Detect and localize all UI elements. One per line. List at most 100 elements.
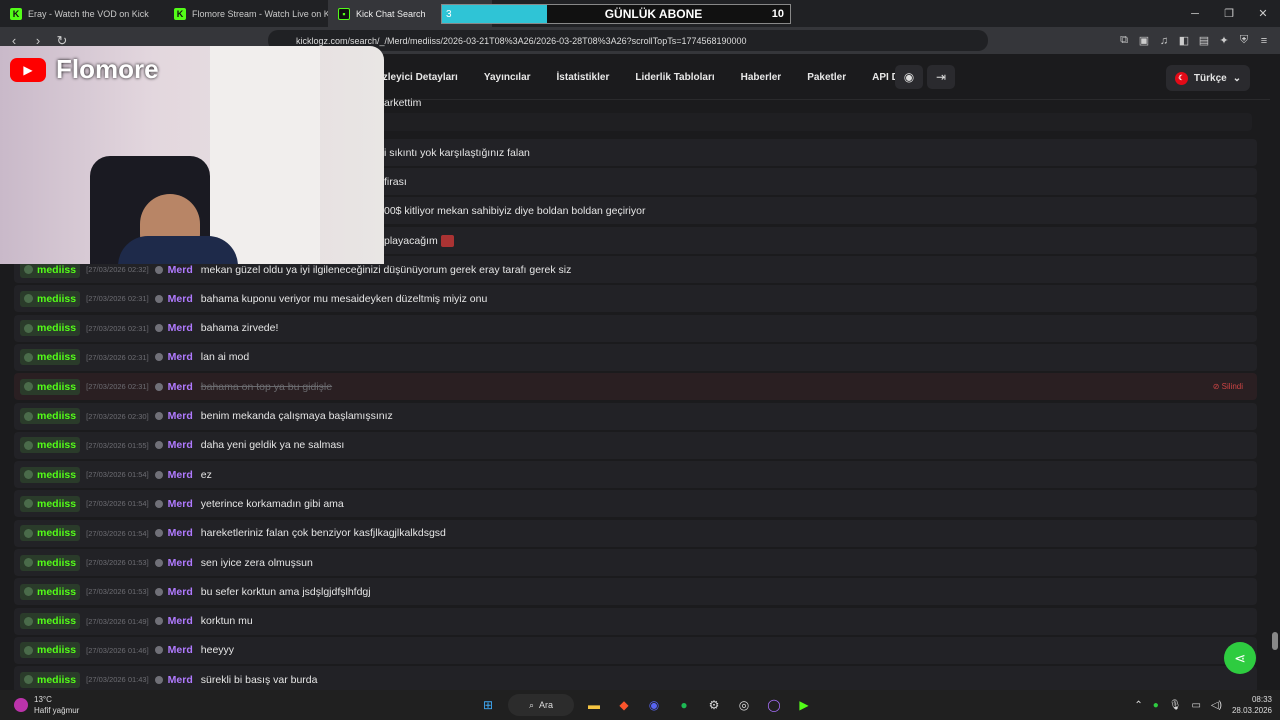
user-badge-icon bbox=[24, 440, 33, 450]
browser-tab[interactable]: K Flomore Stream - Watch Live on Kick bbox=[164, 0, 328, 27]
nav-link-news[interactable]: Haberler bbox=[741, 72, 782, 83]
language-selector[interactable]: ☾ Türkçe ⌄ bbox=[1166, 65, 1250, 91]
username-text: mediiss bbox=[37, 527, 77, 540]
message-timestamp: [27/03/2026 01:43] bbox=[86, 675, 149, 685]
network-icon[interactable]: ▭ bbox=[1191, 700, 1200, 711]
table-row: mediiss [27/03/2026 01:54] Merd yeterince k… bbox=[14, 490, 1257, 518]
clock[interactable]: 08:33 28.03.2026 bbox=[1232, 694, 1272, 716]
nav-link-streamers[interactable]: Yayıncılar bbox=[484, 72, 531, 83]
chat-username[interactable]: mediiss bbox=[20, 320, 81, 337]
partial-message: arkettim bbox=[384, 97, 422, 109]
chat-username[interactable]: mediiss bbox=[20, 671, 81, 688]
chat-username[interactable]: mediiss bbox=[20, 613, 81, 630]
chat-username[interactable]: mediiss bbox=[20, 466, 81, 483]
spotify-icon[interactable]: ● bbox=[674, 695, 694, 715]
user-badge-icon bbox=[24, 382, 33, 392]
message-timestamp: [27/03/2026 02:31] bbox=[86, 294, 149, 304]
target-username[interactable]: Merd bbox=[168, 264, 193, 276]
sidebar-icon[interactable]: ◧ bbox=[1176, 33, 1192, 49]
message-text: heeyyy bbox=[200, 644, 235, 657]
target-username[interactable]: Merd bbox=[168, 469, 193, 481]
browser-tab[interactable]: K Eray - Watch the VOD on Kick bbox=[0, 0, 164, 27]
username-text: mediiss bbox=[37, 410, 77, 422]
status-dot-icon[interactable]: ● bbox=[1153, 700, 1159, 711]
chat-username[interactable]: mediiss bbox=[20, 437, 81, 454]
chat-username[interactable]: mediiss bbox=[20, 642, 81, 659]
target-username[interactable]: Merd bbox=[168, 293, 193, 305]
minimize-icon[interactable]: ─ bbox=[1178, 0, 1212, 27]
vpn-icon[interactable]: ⛨ bbox=[1236, 33, 1252, 49]
kick-app-icon[interactable]: ▶ bbox=[794, 695, 814, 715]
scrollbar-thumb[interactable] bbox=[1272, 632, 1278, 650]
nav-link-viewer-details[interactable]: İzleyici Detayları bbox=[380, 72, 458, 83]
discord-app-icon[interactable]: ◉ bbox=[644, 695, 664, 715]
brave-browser-icon[interactable]: ◆ bbox=[614, 695, 634, 715]
extensions-icon[interactable]: ⧉ bbox=[1116, 33, 1132, 49]
message-text: sen iyice zera olmuşsun bbox=[200, 556, 313, 569]
file-explorer-icon[interactable]: ▬ bbox=[584, 695, 604, 715]
tab-title: Kick Chat Search bbox=[356, 8, 426, 19]
obs-icon[interactable]: ◎ bbox=[734, 695, 754, 715]
windows-taskbar: 13°C Hafif yağmur ⊞ ⌕ Ara ▬ ◆ ◉ ● ⚙ ◎ ◯ ▶… bbox=[0, 690, 1280, 720]
message-text: bahama on top ya bu gidişle bbox=[200, 380, 333, 393]
target-username[interactable]: Merd bbox=[168, 557, 193, 569]
wallet-icon[interactable]: ▤ bbox=[1196, 33, 1212, 49]
chat-username[interactable]: mediiss bbox=[20, 349, 81, 366]
scrollbar[interactable] bbox=[1270, 54, 1280, 690]
microphone-icon[interactable]: 🎙 bbox=[1169, 700, 1182, 711]
chat-username[interactable]: mediiss bbox=[20, 290, 81, 307]
kick-icon: K bbox=[10, 7, 22, 20]
share-button[interactable]: ⋖ bbox=[1224, 642, 1256, 674]
nav-link-statistics[interactable]: İstatistikler bbox=[557, 72, 610, 83]
target-username[interactable]: Merd bbox=[168, 615, 193, 627]
steam-icon[interactable]: ⚙ bbox=[704, 695, 724, 715]
volume-icon[interactable]: ◁) bbox=[1211, 700, 1222, 711]
message-timestamp: [27/03/2026 01:53] bbox=[86, 558, 149, 567]
target-avatar-icon bbox=[154, 529, 163, 538]
app-icon[interactable]: ◯ bbox=[764, 695, 784, 715]
deleted-badge: ⊘ Silindi bbox=[1212, 382, 1243, 392]
target-username[interactable]: Merd bbox=[168, 586, 193, 598]
target-avatar-icon bbox=[154, 353, 163, 362]
target-username[interactable]: Merd bbox=[168, 410, 193, 422]
user-badge-icon bbox=[24, 499, 33, 509]
nav-link-packages[interactable]: Paketler bbox=[807, 72, 846, 83]
chat-username[interactable]: mediiss bbox=[20, 408, 81, 424]
chat-username[interactable]: mediiss bbox=[20, 525, 81, 542]
table-row: mediiss [27/03/2026 01:54] Merd hareketleri… bbox=[14, 519, 1257, 547]
target-username[interactable]: Merd bbox=[168, 322, 193, 334]
user-badge-icon bbox=[24, 352, 33, 362]
menu-icon[interactable]: ≡ bbox=[1256, 33, 1272, 49]
taskbar-search[interactable]: ⌕ Ara bbox=[508, 694, 574, 716]
target-avatar-icon bbox=[154, 646, 163, 655]
chat-username[interactable]: mediiss bbox=[20, 495, 81, 512]
chat-username[interactable]: mediiss bbox=[20, 554, 81, 571]
weather-widget[interactable]: 13°C Hafif yağmur bbox=[14, 694, 79, 716]
target-username[interactable]: Merd bbox=[168, 527, 193, 539]
username-text: mediiss bbox=[37, 615, 77, 628]
taskbar-apps: ⊞ ⌕ Ara ▬ ◆ ◉ ● ⚙ ◎ ◯ ▶ bbox=[478, 693, 814, 717]
music-icon[interactable]: ♫ bbox=[1156, 33, 1172, 49]
chat-username[interactable]: mediiss bbox=[20, 378, 81, 395]
weather-icon bbox=[14, 698, 28, 712]
target-username[interactable]: Merd bbox=[168, 498, 193, 510]
nav-link-leaderboards[interactable]: Liderlik Tabloları bbox=[635, 72, 714, 83]
screenshot-icon[interactable]: ▣ bbox=[1136, 33, 1152, 49]
maximize-icon[interactable]: ❐ bbox=[1212, 0, 1246, 27]
table-row: mediiss [27/03/2026 02:31] Merd lan ai mod bbox=[14, 343, 1257, 371]
overlay-background bbox=[210, 46, 320, 264]
chat-username[interactable]: mediiss bbox=[20, 583, 81, 600]
ai-icon[interactable]: ✦ bbox=[1216, 33, 1232, 49]
emote-icon bbox=[441, 234, 454, 247]
target-username[interactable]: Merd bbox=[168, 644, 193, 656]
target-username[interactable]: Merd bbox=[168, 381, 193, 393]
discord-icon[interactable]: ◉ bbox=[895, 65, 923, 89]
target-username[interactable]: Merd bbox=[168, 674, 193, 686]
windows-start-icon[interactable]: ⊞ bbox=[478, 695, 498, 715]
close-icon[interactable]: ✕ bbox=[1246, 0, 1280, 27]
target-username[interactable]: Merd bbox=[168, 351, 193, 363]
login-icon[interactable]: ⇥ bbox=[927, 65, 955, 89]
message-timestamp: [27/03/2026 02:32] bbox=[86, 265, 149, 274]
chevron-up-icon[interactable]: ⌃ bbox=[1134, 700, 1142, 711]
target-username[interactable]: Merd bbox=[168, 439, 193, 451]
